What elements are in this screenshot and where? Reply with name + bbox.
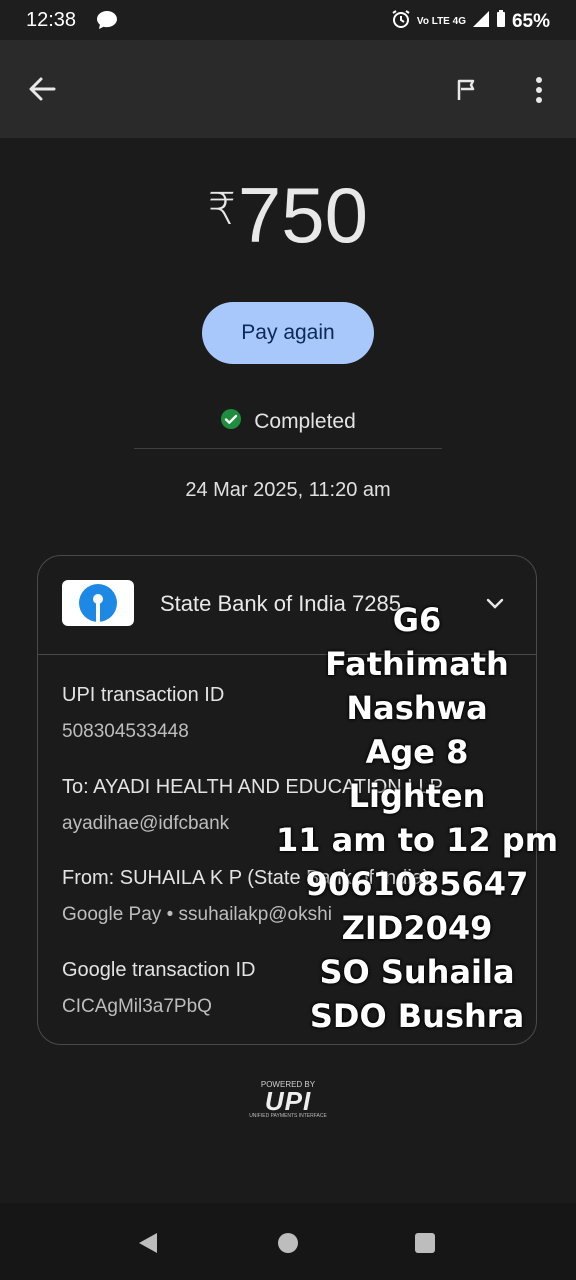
- note-line: G6: [392, 601, 442, 639]
- status-bar: 12:38 Vo LTE 4G 65%: [0, 0, 576, 40]
- note-line: Lighten: [348, 777, 486, 815]
- note-line: Fathimath Nashwa: [325, 645, 509, 727]
- system-nav-bar: [0, 1203, 576, 1280]
- note-line: Age 8: [365, 733, 469, 771]
- payee-upi-id: ayadihae@idfcbank: [62, 813, 230, 834]
- nav-home-icon[interactable]: [277, 1232, 299, 1259]
- nav-back-icon[interactable]: [137, 1231, 159, 1260]
- payment-status: Completed: [0, 408, 576, 436]
- transaction-date: 24 Mar 2025, 11:20 am: [185, 479, 391, 501]
- check-circle-icon: [220, 408, 242, 436]
- app-bar: [0, 40, 576, 138]
- upi-tagline: UNIFIED PAYMENTS INTERFACE: [249, 1113, 327, 1119]
- google-transaction-id-value: CICAgMil3a7PbQ: [62, 996, 212, 1017]
- note-line: 11 am to 12 pm: [275, 821, 559, 859]
- signal-icon: [472, 10, 490, 34]
- amount-value: 750: [237, 171, 369, 259]
- upi-brand-text: UPI: [264, 1086, 312, 1116]
- handwritten-note-overlay: G6 Fathimath Nashwa Age 8 Lighten 11 am …: [262, 598, 572, 1038]
- more-options-icon[interactable]: [535, 76, 543, 109]
- upi-transaction-id-label: UPI transaction ID: [62, 684, 225, 706]
- report-flag-icon[interactable]: [455, 78, 479, 107]
- battery-icon: [496, 10, 506, 34]
- note-line: SDO Bushra: [309, 997, 525, 1035]
- status-time: 12:38: [26, 9, 77, 31]
- sbi-logo-icon: [62, 580, 134, 626]
- divider: [134, 448, 442, 449]
- chat-bubble-icon: [96, 10, 118, 35]
- pay-again-button[interactable]: Pay again: [202, 302, 374, 364]
- note-line: ZID2049: [341, 909, 493, 947]
- upi-transaction-id-value: 508304533448: [62, 721, 189, 742]
- status-indicators: Vo LTE 4G 65%: [391, 9, 550, 35]
- currency-symbol: ₹: [207, 185, 236, 234]
- alarm-icon: [391, 9, 411, 35]
- payment-amount: ₹750: [0, 170, 576, 261]
- upi-logo: POWERED BY UPI UNIFIED PAYMENTS INTERFAC…: [248, 1080, 328, 1122]
- battery-percent: 65%: [511, 11, 550, 32]
- back-arrow-icon[interactable]: [28, 76, 56, 107]
- network-label: Vo LTE 4G: [416, 16, 466, 27]
- note-line: SO Suhaila: [319, 953, 515, 991]
- google-transaction-id-label: Google transaction ID: [62, 959, 256, 981]
- note-line: 9061085647: [305, 865, 529, 903]
- nav-recents-icon[interactable]: [414, 1232, 436, 1259]
- status-text: Completed: [254, 410, 356, 433]
